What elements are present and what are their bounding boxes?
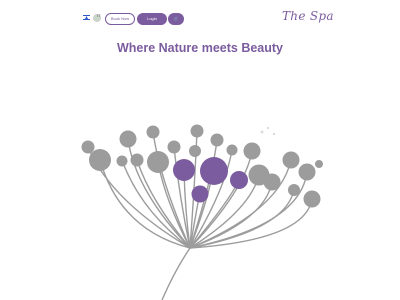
dandelion-accent-seeds (173, 157, 248, 203)
floating-specks (260, 126, 276, 136)
dandelion-illustration (81, 124, 323, 300)
main-stem (161, 247, 191, 300)
